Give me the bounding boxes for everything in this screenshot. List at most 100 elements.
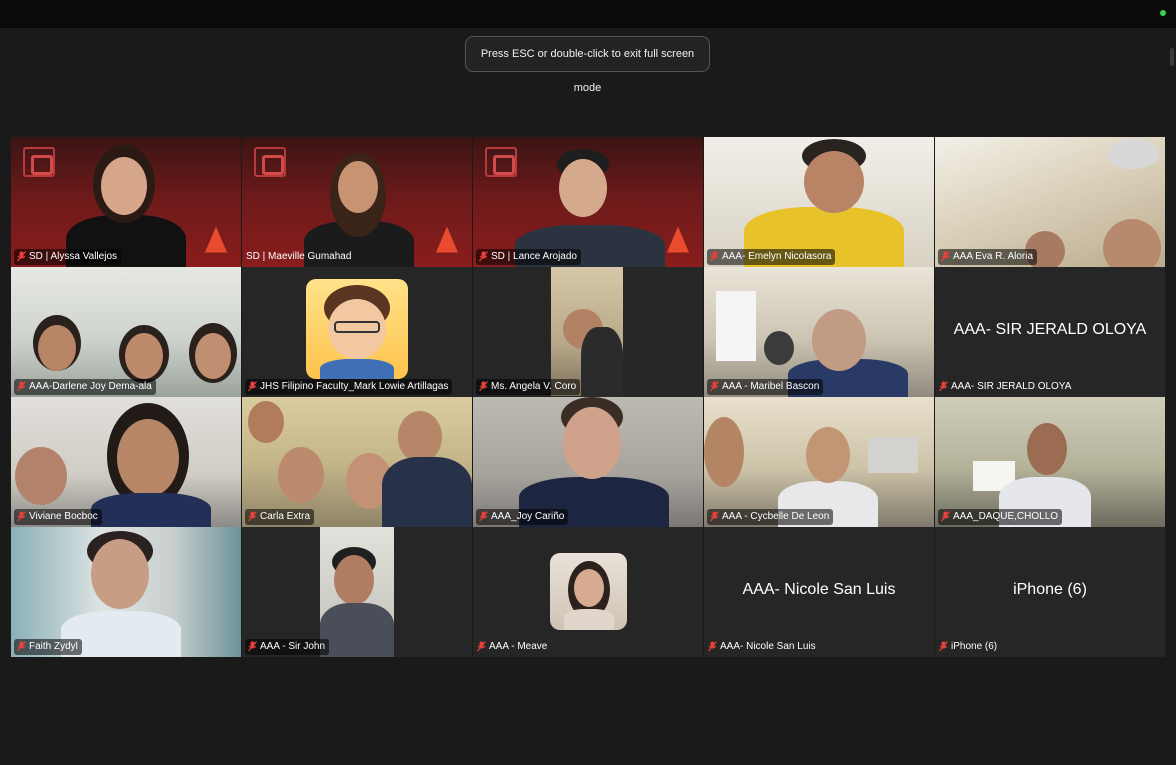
top-bar: [0, 0, 1176, 28]
participant-name: iPhone (6): [951, 641, 998, 652]
virtual-background: [242, 137, 472, 267]
participant-display-name: AAA- Nicole San Luis: [742, 580, 896, 598]
video-tile[interactable]: AAA - Cycbelle De Leon: [704, 397, 934, 527]
participant-display-name: iPhone (6): [1013, 580, 1087, 598]
participant-face: [812, 309, 866, 371]
mic-off-icon: [710, 381, 719, 392]
mic-off-icon: [939, 381, 948, 392]
participant-face: [704, 417, 744, 487]
video-tile[interactable]: AAA - Maribel Bascon: [704, 267, 934, 397]
video-tile[interactable]: AAA Eva R. Aloria: [935, 137, 1165, 267]
participant-nameplate: AAA- Nicole San Luis: [707, 639, 820, 655]
participant-body: [382, 457, 472, 527]
participant-face: [38, 325, 76, 371]
video-tile[interactable]: JHS Filipino Faculty_Mark Lowie Artillag…: [242, 267, 472, 397]
video-tile[interactable]: Faith Zydyl: [11, 527, 241, 657]
participant-name: JHS Filipino Faculty_Mark Lowie Artillag…: [260, 381, 449, 392]
camera-feed: [473, 397, 703, 527]
mic-off-icon: [708, 641, 717, 652]
scrollbar[interactable]: [1170, 48, 1174, 66]
avatar-glasses: [334, 321, 380, 333]
camera-feed: [11, 267, 241, 397]
sd-logo-icon: [254, 147, 286, 177]
video-tile[interactable]: AAA_Joy Cariño: [473, 397, 703, 527]
exit-fullscreen-hint: Press ESC or double-click to exit full s…: [465, 36, 710, 94]
printer: [868, 437, 918, 473]
participant-head-background: [764, 331, 794, 365]
camera-feed: [242, 397, 472, 527]
camera-feed: [242, 267, 472, 397]
video-tile[interactable]: AAA_DAQUE,CHOLLO: [935, 397, 1165, 527]
participant-face: [559, 159, 607, 217]
camera-feed: [704, 137, 934, 267]
video-tile[interactable]: AAA-Darlene Joy Dema-ala: [11, 267, 241, 397]
participant-name: AAA - Sir John: [260, 641, 326, 652]
mic-off-icon: [477, 641, 486, 652]
participant-face: [195, 333, 231, 379]
participant-nameplate: AAA-Darlene Joy Dema-ala: [14, 378, 156, 395]
participant-face: [91, 539, 149, 609]
participant-name: Carla Extra: [260, 511, 311, 522]
participant-face: [248, 401, 284, 443]
mic-off-icon: [941, 511, 950, 522]
video-tile[interactable]: Viviane Bocboc: [11, 397, 241, 527]
cabinet: [716, 291, 756, 361]
video-tile[interactable]: AAA - Sir John: [242, 527, 472, 657]
participant-face: [15, 447, 67, 505]
participant-name: Faith Zydyl: [29, 641, 78, 652]
participant-face: [334, 555, 374, 605]
participant-face: [1027, 423, 1067, 475]
participant-name: SD | Maeville Gumahad: [246, 251, 352, 262]
mic-off-icon: [710, 251, 719, 262]
avatar-body: [320, 359, 394, 379]
mic-off-icon: [479, 381, 488, 392]
camera-feed: [935, 137, 1165, 267]
video-tile[interactable]: Carla Extra: [242, 397, 472, 527]
participant-nameplate: AAA - Maribel Bascon: [707, 378, 824, 395]
video-tile[interactable]: SD | Lance Arojado: [473, 137, 703, 267]
participant-name: Ms. Angela V. Coro: [491, 381, 577, 392]
video-tile-active-speaker[interactable]: SD | Maeville Gumahad: [242, 137, 472, 267]
profile-photo: [550, 553, 627, 630]
participant-nameplate: iPhone (6): [938, 639, 1001, 655]
video-tile[interactable]: Ms. Angela V. Coro: [473, 267, 703, 397]
participant-face: [804, 151, 864, 213]
participant-nameplate: AAA_Joy Cariño: [476, 508, 569, 525]
participant-face: [338, 161, 378, 213]
camera-feed: [704, 397, 934, 527]
video-tile[interactable]: SD | Alyssa Vallejos: [11, 137, 241, 267]
camera-feed: [935, 397, 1165, 527]
mic-off-icon: [17, 511, 26, 522]
camera-feed: [473, 267, 703, 397]
video-tile-camera-off[interactable]: AAA - Meave: [473, 527, 703, 657]
camera-feed: [704, 267, 934, 397]
mic-off-icon: [710, 511, 719, 522]
participant-face: [398, 411, 442, 463]
participant-name: AAA Eva R. Aloria: [953, 251, 1034, 262]
participant-name: AAA- SIR JERALD OLOYA: [951, 381, 1072, 392]
camera-feed: [11, 397, 241, 527]
participant-body: [564, 609, 614, 630]
video-tile-camera-off[interactable]: AAA- SIR JERALD OLOYA AAA- SIR JERALD OL…: [935, 267, 1165, 397]
portrait-video: [551, 267, 623, 397]
participant-nameplate: Viviane Bocboc: [14, 508, 102, 525]
participant-name: AAA- Emelyn Nicolasora: [722, 251, 832, 262]
camera-feed: [242, 527, 472, 657]
video-tile[interactable]: AAA- Emelyn Nicolasora: [704, 137, 934, 267]
participant-nameplate: SD | Alyssa Vallejos: [14, 248, 122, 265]
participant-face: [574, 569, 604, 607]
participant-nameplate: AAA - Meave: [476, 639, 551, 655]
video-tile-camera-off[interactable]: AAA- Nicole San Luis AAA- Nicole San Lui…: [704, 527, 934, 657]
mic-off-icon: [479, 251, 488, 262]
video-tile-camera-off[interactable]: iPhone (6) iPhone (6): [935, 527, 1165, 657]
participant-face: [278, 447, 324, 503]
participant-face: [806, 427, 850, 483]
ceiling-fan: [1107, 139, 1159, 169]
participant-name: AAA - Meave: [489, 641, 548, 652]
camera-feed: [11, 527, 241, 657]
participant-body: [581, 327, 623, 397]
participant-nameplate: AAA - Sir John: [245, 638, 330, 655]
participant-nameplate: AAA Eva R. Aloria: [938, 248, 1038, 265]
sd-logo-icon: [485, 147, 517, 177]
participant-nameplate: SD | Maeville Gumahad: [245, 249, 355, 265]
